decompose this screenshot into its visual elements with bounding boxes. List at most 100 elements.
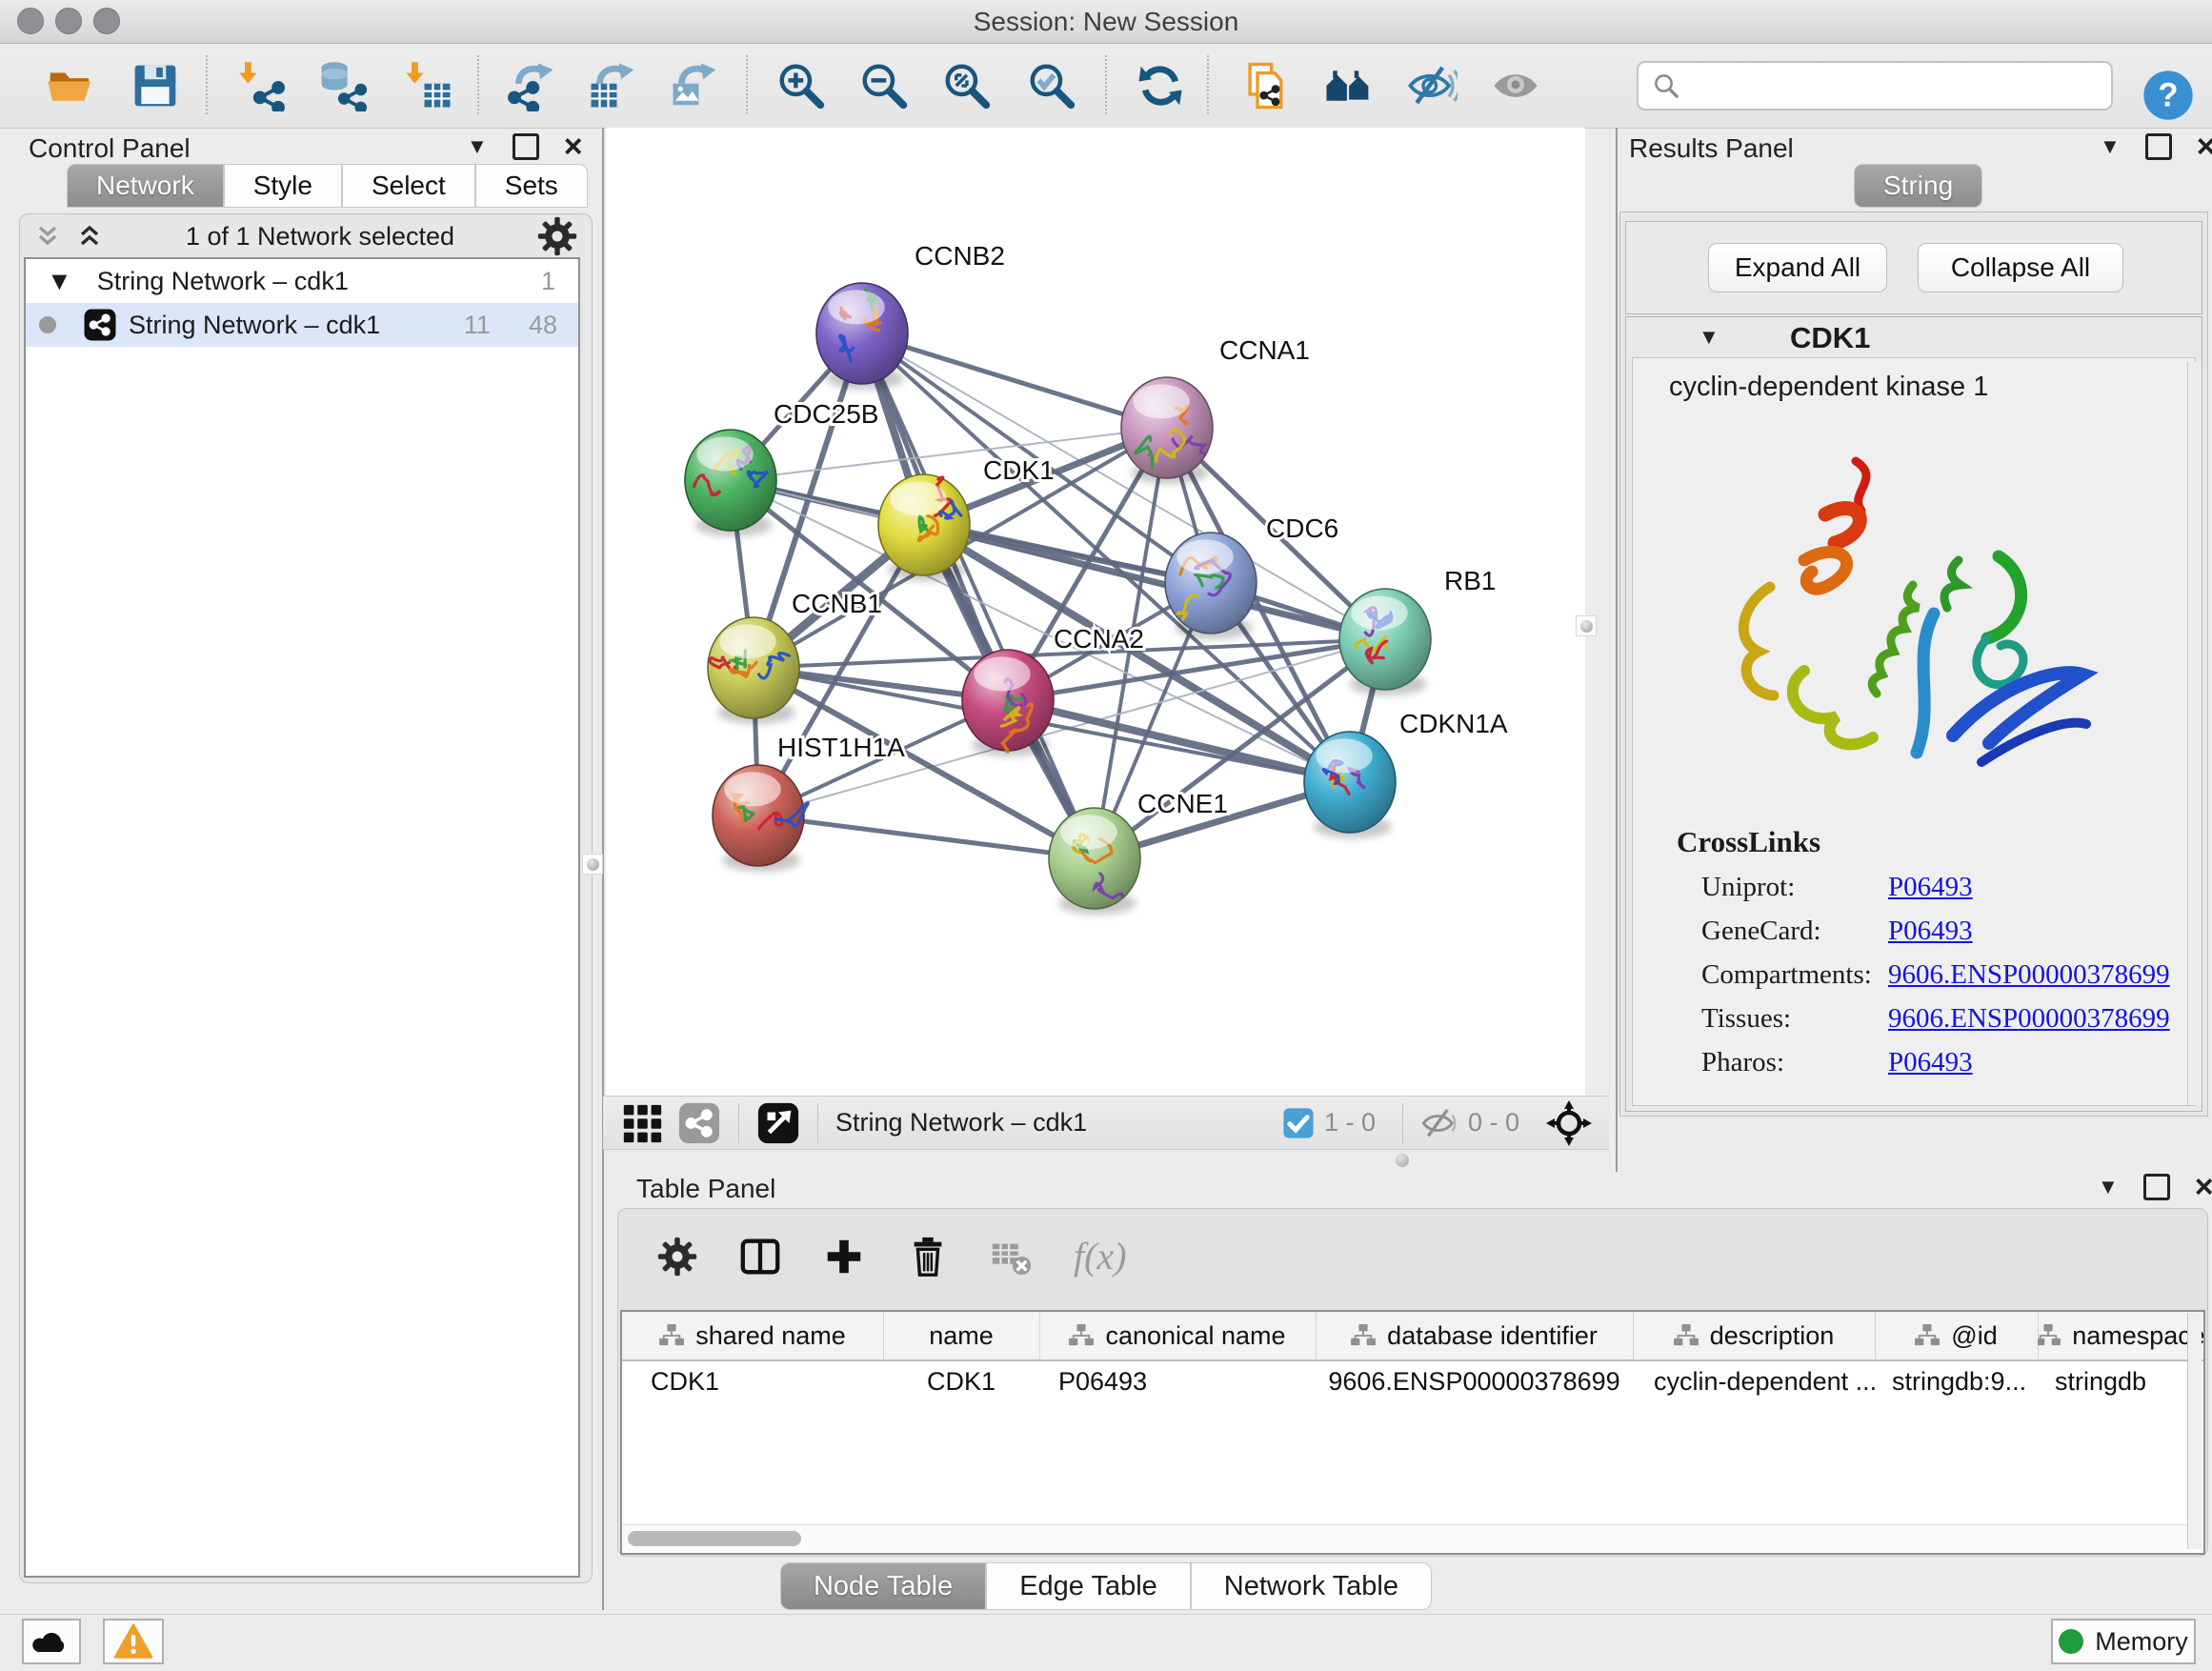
network-tree-row[interactable]: ▼ String Network – cdk1 1 — [26, 259, 578, 303]
network-node-ccnb2[interactable] — [816, 283, 908, 390]
table-columns-icon[interactable] — [738, 1235, 782, 1278]
network-node-cdkn1a[interactable] — [1304, 732, 1396, 838]
network-node-cdc6[interactable] — [1165, 533, 1257, 639]
help-button[interactable]: ? — [2142, 69, 2195, 122]
results-panel-menu-icon[interactable]: ▼ — [2100, 134, 2121, 159]
crosslink-value[interactable]: P06493 — [1888, 1047, 1973, 1078]
control-panel-menu-icon[interactable]: ▼ — [467, 134, 488, 159]
zoom-selected-button[interactable] — [1020, 54, 1083, 117]
right-splitter-handle[interactable] — [1576, 615, 1597, 636]
show-all-button[interactable] — [1484, 54, 1547, 117]
column-header-namespace[interactable]: namespace — [2038, 1312, 2204, 1359]
control-panel-float-icon[interactable] — [513, 133, 539, 160]
table-delete-icon[interactable] — [906, 1235, 950, 1278]
left-splitter-handle[interactable] — [582, 854, 603, 875]
hidden-eye-icon[interactable] — [1420, 1104, 1458, 1142]
expander-icon[interactable]: ▼ — [47, 267, 72, 296]
zoom-fit-button[interactable] — [935, 54, 998, 117]
first-neighbors-button[interactable] — [1317, 54, 1379, 117]
table-function-icon[interactable]: f(x) — [1074, 1234, 1127, 1278]
network-node-rb1[interactable] — [1339, 589, 1431, 695]
table-hscrollbar[interactable] — [622, 1524, 2203, 1552]
column-header-shared-name[interactable]: shared name — [622, 1312, 884, 1359]
results-panel-float-icon[interactable] — [2145, 133, 2172, 160]
tab-network-table[interactable]: Network Table — [1191, 1562, 1432, 1610]
import-network-file-button[interactable] — [231, 54, 293, 117]
node-label: CCNE1 — [1137, 789, 1228, 818]
export-image-button[interactable] — [663, 54, 726, 117]
collapse-all-chevron-icon[interactable] — [33, 222, 62, 251]
search-icon — [1652, 71, 1680, 100]
control-panel-tabs: NetworkStyleSelectSets — [67, 164, 588, 208]
network-tree-row[interactable]: String Network – cdk1 11 48 — [26, 303, 578, 347]
refresh-button[interactable] — [1129, 54, 1192, 117]
network-options-gear-icon[interactable] — [536, 215, 578, 257]
network-node-ccna1[interactable] — [1121, 377, 1213, 484]
crosslink-value[interactable]: P06493 — [1888, 872, 1973, 903]
horizontal-splitter-dot[interactable] — [1396, 1154, 1409, 1167]
table-panel-close-icon[interactable]: × — [2195, 1177, 2212, 1198]
cdk1-collapse-icon[interactable]: ▼ — [1699, 325, 1719, 350]
birdseye-crosshair-icon[interactable] — [1546, 1100, 1592, 1146]
table-panel-menu-icon[interactable]: ▼ — [2098, 1175, 2119, 1199]
node-label: HIST1H1A — [777, 733, 905, 762]
warning-button[interactable] — [103, 1619, 164, 1664]
table-gear-icon[interactable] — [656, 1236, 698, 1278]
table-delete-table-icon[interactable] — [990, 1235, 1034, 1278]
open-in-window-icon[interactable] — [756, 1101, 800, 1145]
network-node-cdc25b[interactable] — [685, 430, 776, 536]
hide-selected-button[interactable] — [1400, 54, 1463, 117]
expand-all-button[interactable]: Expand All — [1708, 243, 1887, 292]
node-label: CCNB1 — [792, 589, 882, 618]
expand-all-chevron-icon[interactable] — [75, 222, 104, 251]
crosslink-value[interactable]: P06493 — [1888, 916, 1973, 947]
zoom-in-icon — [775, 60, 827, 111]
crosslink-value[interactable]: 9606.ENSP00000378699 — [1888, 959, 2170, 991]
network-node-hist1h1a[interactable] — [713, 765, 808, 872]
network-node-ccnb1[interactable] — [708, 617, 799, 724]
tab-style[interactable]: Style — [224, 164, 342, 208]
tab-select[interactable]: Select — [342, 164, 475, 208]
table-panel-float-icon[interactable] — [2143, 1174, 2170, 1200]
tab-edge-table[interactable]: Edge Table — [986, 1562, 1191, 1610]
memory-button[interactable]: Memory — [2051, 1619, 2196, 1664]
clone-network-button[interactable] — [1235, 54, 1297, 117]
column-header-description[interactable]: description — [1633, 1312, 1876, 1359]
import-network-database-button[interactable] — [311, 54, 373, 117]
control-panel-close-icon[interactable]: × — [564, 136, 583, 157]
crosslink-value[interactable]: 9606.ENSP00000378699 — [1888, 1003, 2170, 1035]
column-header-canonical-name[interactable]: canonical name — [1039, 1312, 1317, 1359]
current-view-dot — [39, 316, 56, 333]
zoom-fit-icon — [941, 60, 993, 111]
table-tabs: Node TableEdge TableNetwork Table — [0, 1562, 2212, 1612]
zoom-in-button[interactable] — [770, 54, 833, 117]
grid-view-icon[interactable] — [620, 1101, 664, 1145]
table-hscrollbar-thumb[interactable] — [628, 1531, 801, 1546]
results-scrollbar-track[interactable] — [2187, 362, 2202, 1105]
cloud-button[interactable] — [22, 1619, 81, 1664]
column-header-database-identifier[interactable]: database identifier — [1316, 1312, 1634, 1359]
tab-sets[interactable]: Sets — [475, 164, 588, 208]
export-table-button[interactable] — [581, 54, 644, 117]
tab-network[interactable]: Network — [67, 164, 224, 208]
table-vscrollbar[interactable] — [2187, 1313, 2202, 1549]
share-view-icon[interactable] — [677, 1101, 721, 1145]
tab-string[interactable]: String — [1854, 164, 1982, 208]
network-node-ccne1[interactable] — [1049, 808, 1140, 915]
save-session-button[interactable] — [124, 54, 187, 117]
network-node-cdk1[interactable] — [878, 474, 970, 581]
collapse-all-button[interactable]: Collapse All — [1918, 243, 2123, 292]
column-header--id[interactable]: @id — [1875, 1312, 2039, 1359]
network-canvas[interactable]: CCNB2CCNA1CDC25BCDK1CDC6RB1CCNB1CCNA2CDK… — [606, 128, 1585, 1096]
selected-checkbox-icon[interactable] — [1282, 1107, 1315, 1139]
search-input[interactable] — [1690, 66, 2111, 106]
column-header-name[interactable]: name — [883, 1312, 1040, 1359]
table-add-icon[interactable] — [822, 1235, 866, 1278]
tab-node-table[interactable]: Node Table — [780, 1562, 986, 1610]
open-session-button[interactable] — [39, 54, 102, 117]
network-node-ccna2[interactable] — [962, 650, 1054, 756]
zoom-out-button[interactable] — [853, 54, 915, 117]
import-table-button[interactable] — [397, 54, 460, 117]
results-panel-close-icon[interactable]: × — [2197, 136, 2212, 157]
export-network-button[interactable] — [500, 54, 563, 117]
